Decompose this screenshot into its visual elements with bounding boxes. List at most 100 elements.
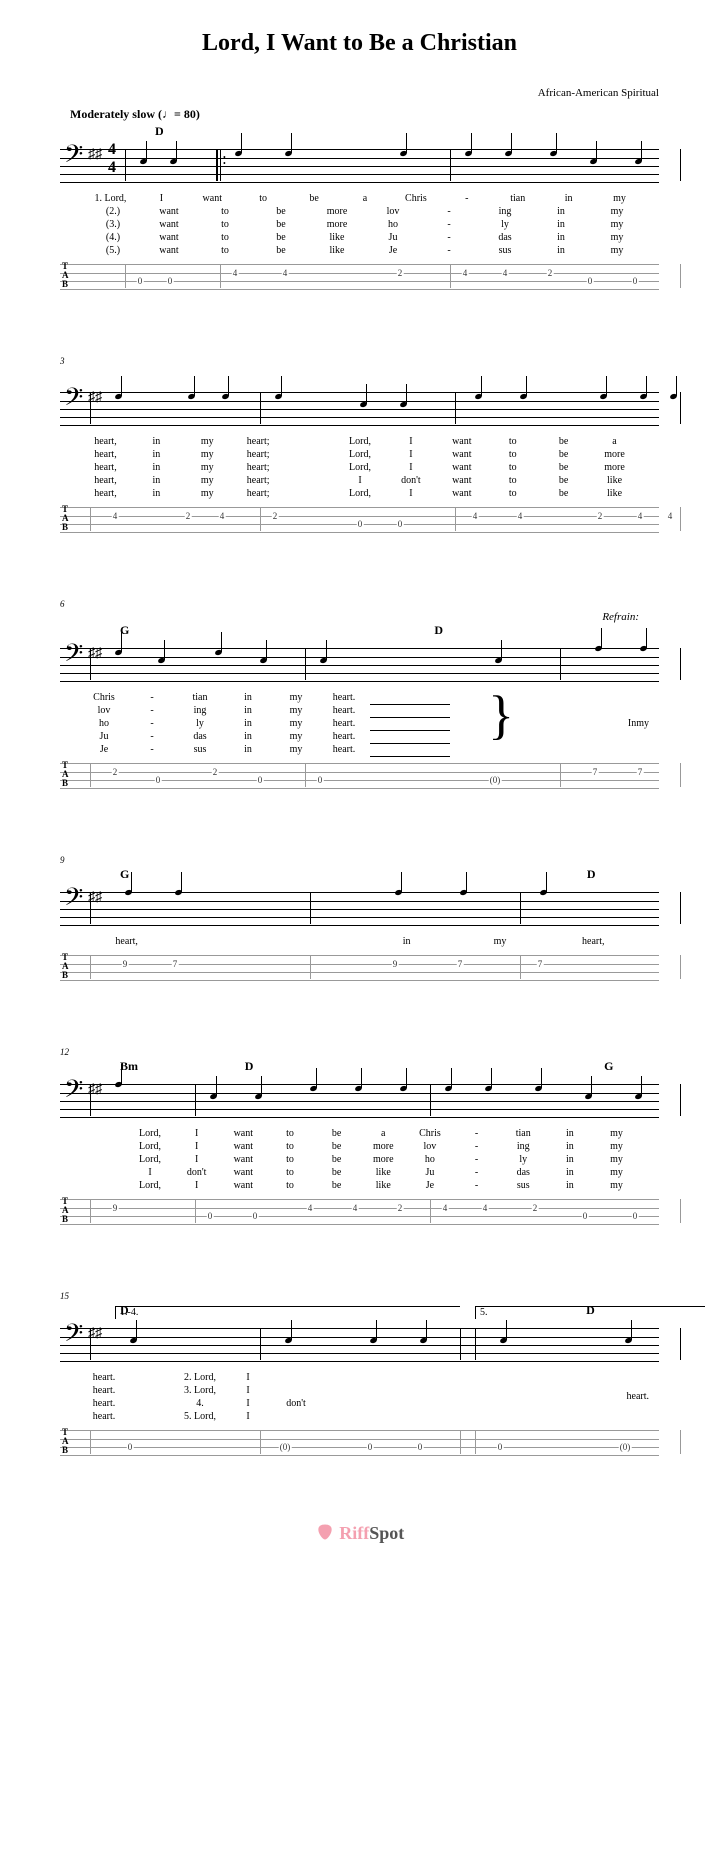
lyric-line: heart.2. Lord,I — [60, 1372, 659, 1385]
lyric-line: (4.)wanttobelikeJu-dasinmy — [60, 232, 659, 245]
lyric-refrain: heart. — [627, 1391, 650, 1402]
tab-fret: 0 — [317, 775, 324, 785]
lyrics-block: Lord,IwanttobeaChris-tianinmyLord,Iwantt… — [60, 1128, 659, 1193]
tab-fret: 2 — [597, 511, 604, 521]
measure-number: 15 — [60, 1291, 699, 1301]
lyric-line: Lord,IwanttobelikeJe-susinmy — [60, 1180, 659, 1193]
tab-fret: 0 — [155, 775, 162, 785]
tab-fret: 2 — [112, 767, 119, 777]
tab-fret: 4 — [667, 511, 674, 521]
pick-icon — [315, 1522, 335, 1542]
lyric-line: heart,inmyheart;Lord,Iwanttobea — [60, 436, 659, 449]
tablature: TAB0044244200 — [60, 264, 659, 296]
refrain-label: Refrain: — [20, 611, 639, 623]
chord-symbol: D — [245, 1059, 254, 1074]
lyric-line: heart,inmyheart;Idon'twanttobelike — [60, 475, 659, 488]
tab-fret: (0) — [489, 775, 502, 785]
tablature: TAB42420044244 — [60, 507, 659, 539]
tab-fret: 0 — [632, 1211, 639, 1221]
chord-symbol: D — [434, 623, 443, 638]
brace-icon: } — [488, 688, 514, 742]
tab-fret: 2 — [212, 767, 219, 777]
lyric-line: Lord,Iwanttobemoreho-lyinmy — [60, 1154, 659, 1167]
tempo-marking: Moderately slow (♩= 80) — [70, 107, 699, 122]
tab-fret: 2 — [397, 1203, 404, 1213]
tab-fret: 7 — [172, 959, 179, 969]
tab-fret: 4 — [472, 511, 479, 521]
tab-fret: 0 — [357, 519, 364, 529]
tab-fret: 9 — [392, 959, 399, 969]
tab-fret: 0 — [167, 276, 174, 286]
measure-number: 3 — [60, 356, 699, 366]
tab-fret: 0 — [587, 276, 594, 286]
lyric-line: Je-susinmyheart. — [60, 744, 659, 757]
lyric-line: Idon'twanttobelikeJu-dasinmy — [60, 1167, 659, 1180]
tab-fret: (0) — [619, 1442, 632, 1452]
tab-fret: 4 — [462, 268, 469, 278]
lyric-line: (5.)wanttobelikeJe-susinmy — [60, 245, 659, 258]
lyric-line: (3.)wanttobemoreho-lyinmy — [60, 219, 659, 232]
system-3: 6Refrain:GD𝄢♯♯Chris-tianinmyheart.lov-in… — [20, 599, 699, 795]
chord-symbol: G — [120, 867, 129, 882]
lyric-line: heart,inmyheart;Lord,Iwanttobemore — [60, 462, 659, 475]
staff: 𝄢♯♯44•• — [60, 141, 659, 189]
measure-number: 9 — [60, 855, 699, 865]
tab-fret: 9 — [112, 1203, 119, 1213]
chord-symbol: D — [587, 867, 596, 882]
tablature: TAB97977 — [60, 955, 659, 987]
tab-fret: 4 — [637, 511, 644, 521]
tab-fret: 2 — [272, 511, 279, 521]
lyric-line: heart.5. Lord,I — [60, 1411, 659, 1424]
tab-fret: 0 — [397, 519, 404, 529]
lyrics-block: 1. Lord,IwanttobeaChris-tianinmy(2.)want… — [60, 193, 659, 258]
lyric-line: ho-lyinmyheart. — [60, 718, 659, 731]
tab-fret: 4 — [232, 268, 239, 278]
system-4: 9GD𝄢♯♯heart,inmyheart,TAB97977 — [20, 855, 699, 987]
lyric-line: (2.)wanttobemorelov-inginmy — [60, 206, 659, 219]
music-score: D 𝄢♯♯44••1. Lord,IwanttobeaChris-tianinmy… — [20, 124, 699, 1462]
tab-fret: 0 — [207, 1211, 214, 1221]
tab-fret: 7 — [537, 959, 544, 969]
tab-fret: 9 — [122, 959, 129, 969]
staff: 𝄢♯♯ — [60, 884, 659, 932]
staff: 𝄢♯♯ — [60, 1076, 659, 1124]
tab-fret: 4 — [352, 1203, 359, 1213]
tab-fret: 0 — [632, 276, 639, 286]
staff: 1.-4.5.𝄢♯♯ — [60, 1320, 659, 1368]
tab-fret: 7 — [592, 767, 599, 777]
tab-fret: 4 — [307, 1203, 314, 1213]
tab-fret: 0 — [252, 1211, 259, 1221]
lyric-line: heart,inmyheart;Lord,Iwanttobelike — [60, 488, 659, 501]
lyric-line: lov-inginmyheart. — [60, 705, 659, 718]
tablature: TAB90044244200 — [60, 1199, 659, 1231]
lyric-line: Lord,IwanttobeaChris-tianinmy — [60, 1128, 659, 1141]
tab-fret: (0) — [279, 1442, 292, 1452]
chord-row — [90, 368, 699, 382]
lyric-line: Lord,Iwanttobemorelov-inginmy — [60, 1141, 659, 1154]
tab-fret: 4 — [112, 511, 119, 521]
system-2: 3𝄢♯♯heart,inmyheart;Lord,Iwanttobeaheart… — [20, 356, 699, 539]
tab-fret: 7 — [457, 959, 464, 969]
tablature: TAB20200(0)77 — [60, 763, 659, 795]
chord-symbol: D — [155, 124, 164, 139]
lyrics-block: Chris-tianinmyheart.lov-inginmyheart.ho-… — [60, 692, 659, 757]
measure-number: 6 — [60, 599, 699, 609]
chord-row: GD — [90, 623, 699, 638]
measure-number: 12 — [60, 1047, 699, 1057]
tab-fret: 0 — [417, 1442, 424, 1452]
staff: 𝄢♯♯ — [60, 384, 659, 432]
tab-fret: 4 — [442, 1203, 449, 1213]
lyric-line: heart,inmyheart, — [60, 936, 659, 949]
lyric-line: heart.4.Idon't — [60, 1398, 659, 1411]
lyrics-block: heart,inmyheart, — [60, 936, 659, 949]
lyric-line: Ju-dasinmyheart. — [60, 731, 659, 744]
system-5: 12BmDG𝄢♯♯Lord,IwanttobeaChris-tianinmyLo… — [20, 1047, 699, 1231]
chord-row: D — [90, 124, 699, 139]
lyrics-block: heart,inmyheart;Lord,Iwanttobea heart,inm… — [60, 436, 659, 501]
chord-row: BmDG — [90, 1059, 699, 1074]
tablature: TAB0(0)000(0) — [60, 1430, 659, 1462]
ending-first: 1.-4. — [115, 1306, 460, 1319]
tab-fret: 2 — [397, 268, 404, 278]
chord-symbol: G — [604, 1059, 613, 1074]
tab-fret: 4 — [517, 511, 524, 521]
